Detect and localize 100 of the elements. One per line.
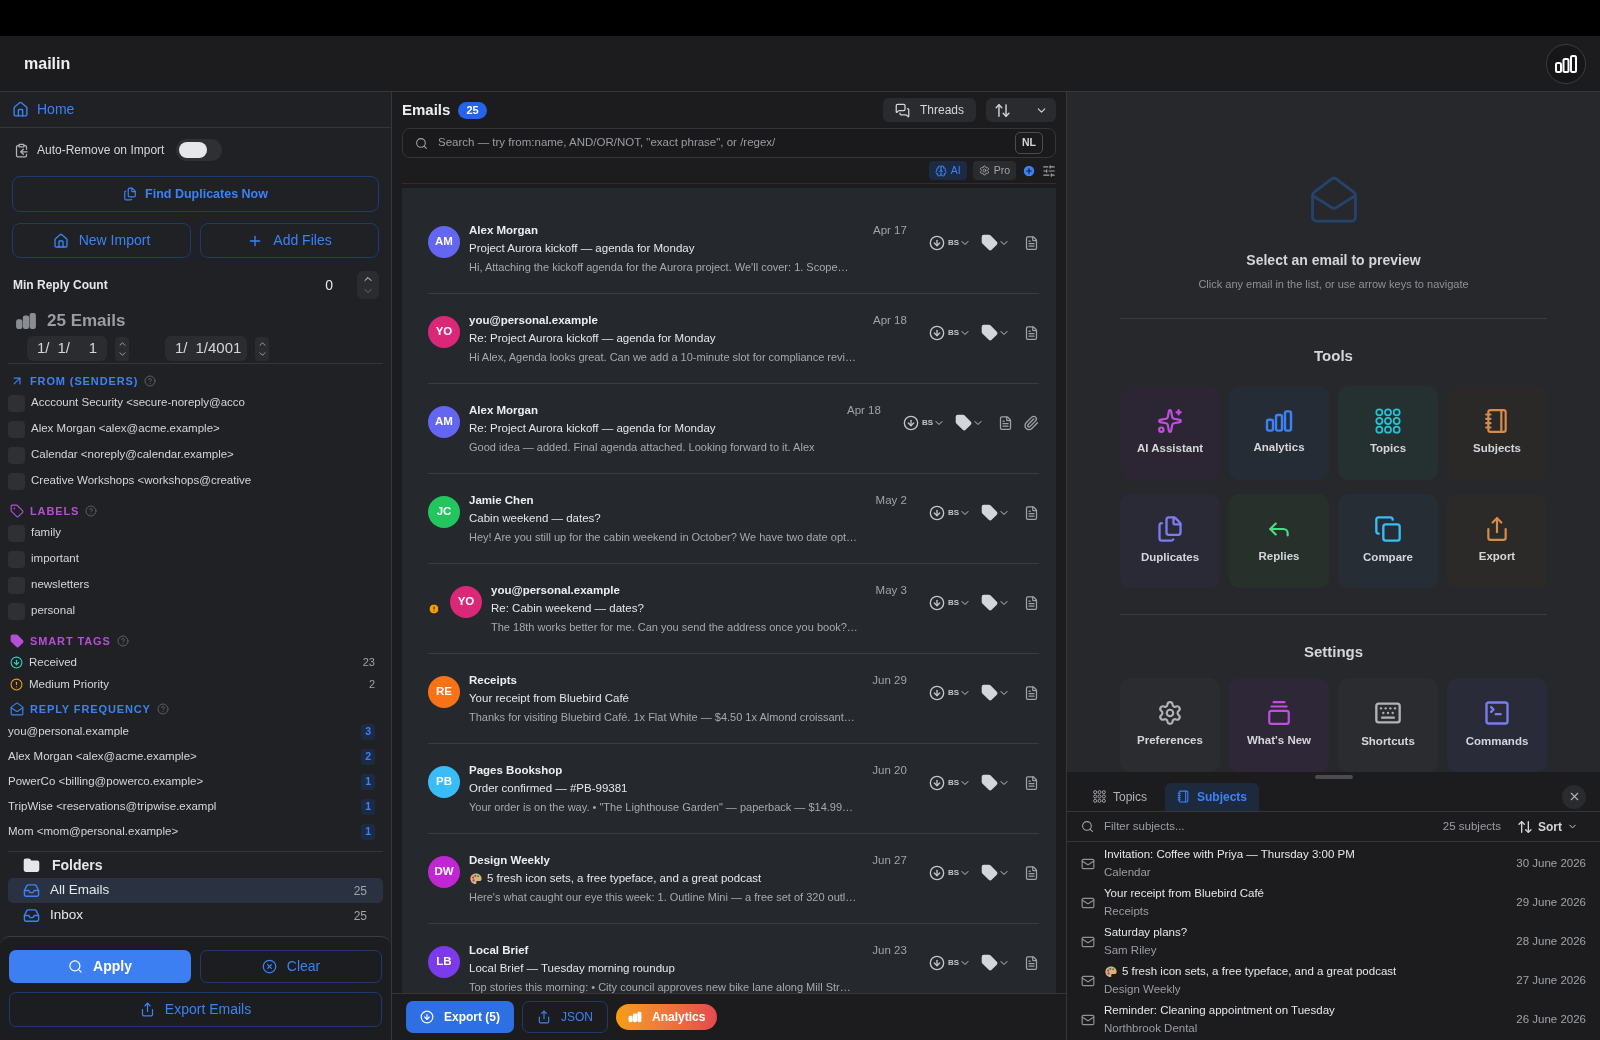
find-duplicates-button[interactable]: Find Duplicates Now xyxy=(12,176,379,212)
threads-button[interactable]: Threads xyxy=(882,98,976,122)
status-label[interactable]: BS xyxy=(947,596,959,609)
sort-icon xyxy=(1517,818,1533,835)
tool-card[interactable]: AI Assistant xyxy=(1120,385,1220,480)
help-icon xyxy=(144,375,157,387)
dot-grid-icon xyxy=(1375,407,1401,434)
section-title: LABELS xyxy=(30,503,80,519)
reply-sender[interactable]: Mom <mom@personal.example> xyxy=(8,823,179,841)
email-date: Jun 20 xyxy=(872,763,907,778)
download-circle-icon xyxy=(928,684,945,701)
smart-tag[interactable]: Received xyxy=(29,653,77,672)
clear-button[interactable]: Clear xyxy=(200,950,382,983)
email-date: Apr 18 xyxy=(873,313,907,328)
filter-field[interactable]: Filter subjects... xyxy=(1104,817,1433,836)
drag-handle[interactable] xyxy=(1314,775,1353,779)
panel-tab[interactable]: Subjects xyxy=(1165,782,1260,811)
home-link[interactable]: Home xyxy=(37,99,75,120)
subject-date: 28 June 2026 xyxy=(1516,933,1586,949)
status-label[interactable]: BS xyxy=(947,686,959,699)
smart-tag[interactable]: Medium Priority xyxy=(29,675,109,694)
stepper[interactable] xyxy=(357,271,379,299)
filter-option[interactable]: important xyxy=(31,550,79,568)
min-reply-value[interactable]: 0 xyxy=(325,274,333,296)
document-icon xyxy=(1024,324,1039,341)
add-files-button[interactable]: Add Files xyxy=(200,223,379,258)
search-field[interactable]: Search — try from:name, AND/OR/NOT, "exact phrase", or /regex/ NL xyxy=(402,128,1056,158)
date-field[interactable]: 1/ 1/ 1 xyxy=(27,336,107,361)
sort-button[interactable]: Sort xyxy=(1517,817,1586,836)
pro-chip[interactable]: Pro xyxy=(972,161,1016,180)
tool-card[interactable]: What's New xyxy=(1229,678,1329,772)
avatar: DW xyxy=(428,856,460,888)
ai-chip[interactable]: AI xyxy=(928,161,967,180)
apply-button[interactable]: Apply xyxy=(9,950,191,983)
reply-sender[interactable]: Alex Morgan <alex@acme.example> xyxy=(8,748,197,766)
status-label[interactable]: BS xyxy=(947,236,959,249)
stepper[interactable] xyxy=(115,336,129,361)
tool-card[interactable]: Preferences xyxy=(1120,678,1220,772)
brain-icon xyxy=(934,164,947,177)
document-icon xyxy=(1024,234,1039,251)
search-icon xyxy=(1081,820,1094,833)
sort-button[interactable] xyxy=(986,98,1056,122)
stepper[interactable] xyxy=(255,336,269,361)
alert-dot-icon xyxy=(428,602,440,615)
tag-icon xyxy=(10,504,24,518)
gear-icon xyxy=(1157,700,1183,727)
tool-card[interactable]: Export xyxy=(1447,493,1547,588)
share-icon xyxy=(1484,515,1510,542)
close-button[interactable] xyxy=(1562,784,1586,809)
tool-card[interactable]: Subjects xyxy=(1447,385,1547,480)
search-icon xyxy=(415,136,428,150)
filter-option[interactable]: Alex Morgan <alex@acme.example> xyxy=(31,420,220,438)
subject-title[interactable]: Reminder: Cleaning appointment on Tuesday xyxy=(1104,1002,1335,1020)
tool-card[interactable]: Analytics xyxy=(1229,385,1329,480)
filter-option[interactable]: family xyxy=(31,524,62,542)
tool-card[interactable]: Topics xyxy=(1338,385,1438,480)
status-label[interactable]: BS xyxy=(947,506,959,519)
tool-card[interactable]: Commands xyxy=(1447,678,1547,772)
filter-option[interactable]: personal xyxy=(31,602,76,620)
bar-chart-icon xyxy=(1264,408,1294,433)
tool-card[interactable]: Compare xyxy=(1338,493,1438,588)
email-subject: Your receipt from Bluebird Café xyxy=(469,691,630,707)
download-circle-icon xyxy=(928,864,945,881)
status-label[interactable]: BS xyxy=(947,326,959,339)
filter-option[interactable]: Acccount Security <secure-noreply@acco xyxy=(31,394,245,412)
tool-card[interactable]: Replies xyxy=(1229,493,1329,588)
export-button[interactable]: Export (5) xyxy=(406,1001,514,1033)
subject-title[interactable]: Invitation: Coffee with Priya — Thursday 3:00 PM xyxy=(1104,846,1355,864)
new-import-button[interactable]: New Import xyxy=(12,223,191,258)
folder-item[interactable]: All Emails 25 xyxy=(8,878,383,903)
reply-sender[interactable]: PowerCo <billing@powerco.example> xyxy=(8,773,204,791)
status-label[interactable]: BS xyxy=(947,866,959,879)
export-emails-button[interactable]: Export Emails xyxy=(9,992,382,1027)
tag-count: 2 xyxy=(368,677,375,693)
tool-card[interactable]: Shortcuts xyxy=(1338,678,1438,772)
filter-option[interactable]: Calendar <noreply@calendar.example> xyxy=(31,446,234,464)
sliders-icon xyxy=(1042,163,1056,178)
share-icon xyxy=(139,1002,155,1017)
subject-title[interactable]: Saturday plans? xyxy=(1104,924,1188,942)
section-title: SMART TAGS xyxy=(30,633,111,649)
tool-card[interactable]: Duplicates xyxy=(1120,493,1220,588)
subject-title[interactable]: 5 fresh icon sets, a free typeface, and a great podcast xyxy=(1122,963,1397,981)
filter-option[interactable]: Creative Workshops <workshops@creative xyxy=(31,472,252,490)
filter-option[interactable]: newsletters xyxy=(31,576,90,594)
panel-tab[interactable]: Topics xyxy=(1081,782,1159,811)
reply-sender[interactable]: TripWise <reservations@tripwise.exampl xyxy=(8,798,217,816)
sort-icon xyxy=(994,101,1011,119)
status-label[interactable]: BS xyxy=(921,416,933,429)
nl-button[interactable]: NL xyxy=(1015,132,1043,154)
reply-sender[interactable]: you@personal.example xyxy=(8,723,129,741)
status-label[interactable]: BS xyxy=(947,956,959,969)
email-subject: 5 fresh icon sets, a free typeface, and a great podcast xyxy=(487,871,762,887)
toggle-switch[interactable] xyxy=(176,139,223,161)
folder-item[interactable]: Inbox 25 xyxy=(8,903,383,928)
status-label[interactable]: BS xyxy=(947,776,959,789)
email-count: 25 Emails xyxy=(47,310,126,333)
json-button[interactable]: JSON xyxy=(522,1001,609,1033)
date-field[interactable]: 1/ 1/4001 xyxy=(165,336,247,361)
analytics-button[interactable] xyxy=(1546,43,1586,84)
subject-title[interactable]: Your receipt from Bluebird Café xyxy=(1104,885,1265,903)
